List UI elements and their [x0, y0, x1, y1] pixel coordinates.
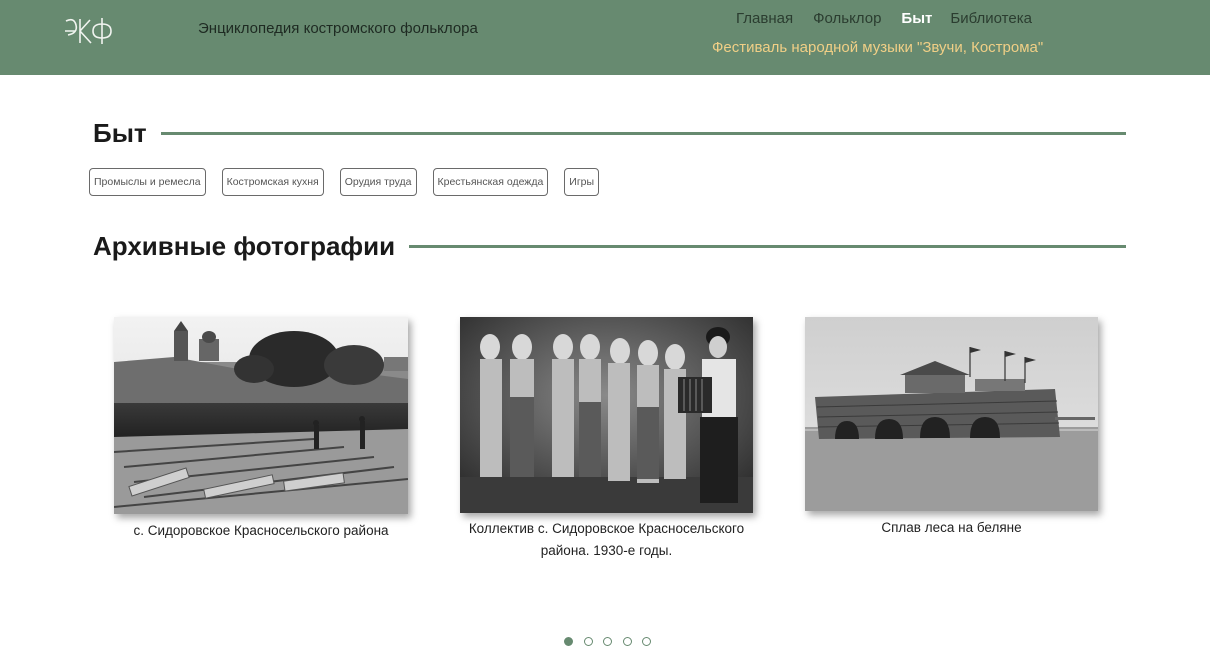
nav-link-byt[interactable]: Быт — [901, 10, 932, 27]
archive-photo-barge[interactable] — [805, 317, 1098, 511]
main-nav: Главная Фольклор Быт Библиотека — [736, 10, 1052, 27]
carousel-dot-5[interactable] — [642, 637, 651, 646]
photo-caption: Коллектив с. Сидоровское Красносельского… — [468, 521, 745, 558]
nav-link-home[interactable]: Главная — [736, 10, 793, 27]
nav-link-folklore[interactable]: Фольклор — [813, 10, 881, 27]
archive-photo-village[interactable] — [114, 317, 408, 514]
photo-caption: с. Сидоровское Красносельского района — [133, 523, 389, 538]
carousel-pagination — [564, 637, 662, 646]
archive-photo-ensemble[interactable] — [460, 317, 753, 513]
carousel-dot-2[interactable] — [583, 637, 593, 646]
category-tags: Промыслы и ремесла Костромская кухня Ору… — [89, 168, 615, 196]
carousel-dot-4[interactable] — [622, 637, 632, 646]
tag-crafts[interactable]: Промыслы и ремесла — [89, 168, 206, 196]
carousel-dot-3[interactable] — [603, 637, 612, 646]
tag-tools[interactable]: Орудия труда — [339, 168, 417, 196]
site-logo[interactable] — [60, 15, 116, 47]
section-divider — [160, 132, 1126, 135]
byt-section-header: Быт — [93, 118, 1126, 149]
site-title: Энциклопедия костромского фольклора — [198, 20, 478, 37]
site-header: Энциклопедия костромского фольклора Глав… — [0, 0, 1210, 75]
section-divider — [409, 245, 1126, 248]
archive-section-header: Архивные фотографии — [93, 231, 1126, 262]
byt-section-title: Быт — [93, 118, 147, 148]
nav-link-library[interactable]: Библиотека — [950, 10, 1032, 27]
photo-caption: Сплав леса на беляне — [881, 520, 1022, 535]
carousel-dot-1[interactable] — [564, 637, 573, 646]
tag-games[interactable]: Игры — [564, 168, 600, 196]
archive-section-title: Архивные фотографии — [93, 231, 396, 261]
logo-monogram-icon — [65, 18, 112, 44]
tag-clothing[interactable]: Крестьянская одежда — [432, 168, 549, 196]
tag-cuisine[interactable]: Костромская кухня — [221, 168, 324, 196]
festival-link[interactable]: Фестиваль народной музыки "Звучи, Костро… — [712, 39, 1043, 56]
